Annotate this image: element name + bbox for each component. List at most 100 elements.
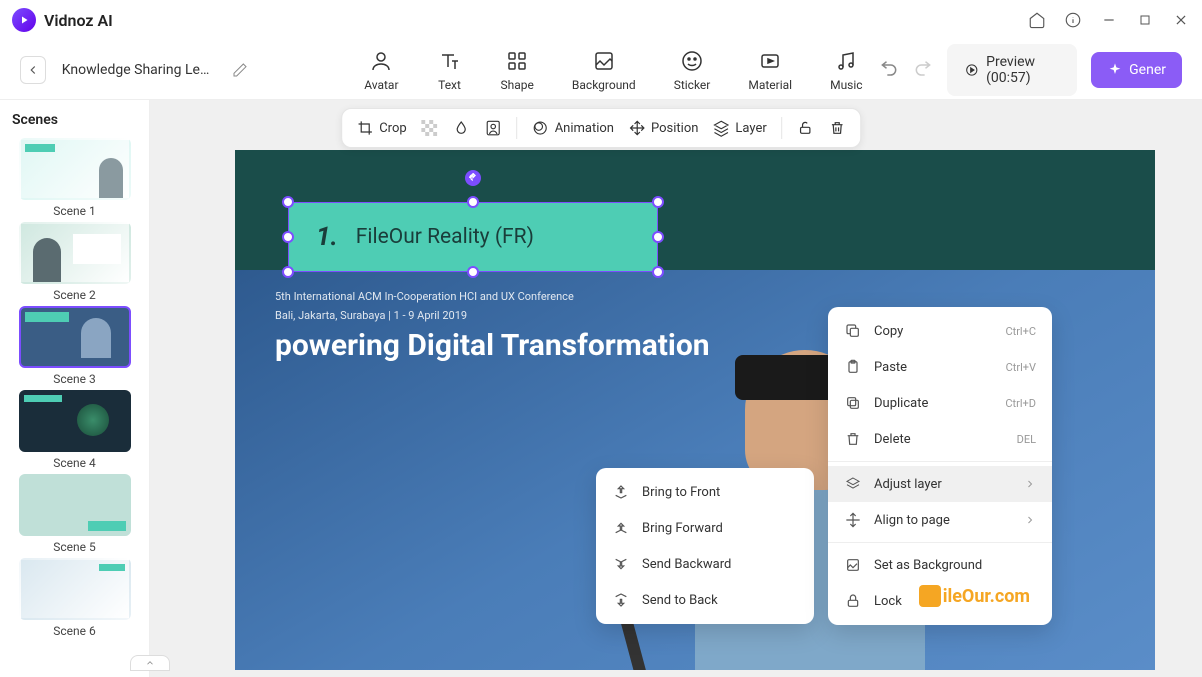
lock-icon: [844, 592, 862, 610]
layer-submenu: Bring to Front Bring Forward Send Backwa…: [596, 468, 814, 624]
droplet-icon[interactable]: [453, 119, 471, 137]
text-tool[interactable]: Text: [437, 48, 463, 92]
resize-handle-ne[interactable]: [652, 196, 664, 208]
float-toolbar: Crop Animation Position Layer: [341, 108, 861, 148]
resize-handle-n[interactable]: [467, 196, 479, 208]
music-label: Music: [830, 78, 862, 92]
crop-icon: [356, 119, 374, 137]
background-label: Background: [572, 78, 636, 92]
rotate-handle[interactable]: [465, 170, 481, 186]
box-number: 1.: [316, 222, 338, 252]
scene-item-4[interactable]: Scene 4: [12, 390, 137, 470]
delete-icon: [844, 430, 862, 448]
home-icon[interactable]: [1028, 11, 1046, 29]
context-menu: Copy Ctrl+C Paste Ctrl+V Duplicate Ctrl+…: [828, 307, 1052, 625]
bring-to-front[interactable]: Bring to Front: [596, 474, 814, 510]
send-backward[interactable]: Send Backward: [596, 546, 814, 582]
ctx-copy[interactable]: Copy Ctrl+C: [828, 313, 1052, 349]
chevron-right-icon: [1024, 514, 1036, 526]
scenes-sidebar: Scenes Scene 1 Scene 2 Scene 3 Scene 4 S…: [0, 100, 150, 677]
bring-forward[interactable]: Bring Forward: [596, 510, 814, 546]
preview-button[interactable]: Preview (00:57): [947, 44, 1078, 96]
maximize-icon[interactable]: [1136, 11, 1154, 29]
title-box[interactable]: 1. FileOur Reality (FR): [288, 202, 658, 272]
ctx-align-page[interactable]: Align to page: [828, 502, 1052, 538]
trash-icon[interactable]: [828, 119, 846, 137]
resize-handle-se[interactable]: [652, 266, 664, 278]
window-controls: [1028, 11, 1190, 29]
undo-button[interactable]: [879, 60, 899, 80]
resize-handle-nw[interactable]: [282, 196, 294, 208]
app-name: Vidnoz AI: [44, 11, 113, 30]
resize-handle-sw[interactable]: [282, 266, 294, 278]
ctx-set-background[interactable]: Set as Background: [828, 547, 1052, 583]
close-icon[interactable]: [1172, 11, 1190, 29]
scene-item-6[interactable]: Scene 6: [12, 558, 137, 638]
sticker-tool[interactable]: Sticker: [674, 48, 711, 92]
avatar-tool[interactable]: Avatar: [364, 48, 398, 92]
ctx-duplicate[interactable]: Duplicate Ctrl+D: [828, 385, 1052, 421]
sidebar-collapse-handle[interactable]: [130, 655, 170, 671]
scene-thumb: [19, 558, 131, 620]
background-icon: [844, 556, 862, 574]
logo-icon: [12, 8, 36, 32]
play-icon: [965, 61, 979, 79]
scene-thumb: [19, 474, 131, 536]
avatar-label: Avatar: [364, 78, 398, 92]
music-icon: [833, 48, 859, 74]
send-to-back[interactable]: Send to Back: [596, 582, 814, 618]
material-tool[interactable]: Material: [748, 48, 792, 92]
ctx-adjust-layer[interactable]: Adjust layer: [828, 466, 1052, 502]
background-tool[interactable]: Background: [572, 48, 636, 92]
back-button[interactable]: [20, 56, 46, 84]
document-title: Knowledge Sharing Lectu...: [62, 62, 216, 78]
minimize-icon[interactable]: [1100, 11, 1118, 29]
scene-item-3[interactable]: Scene 3: [12, 306, 137, 386]
sparkle-icon: [1107, 62, 1123, 78]
scene-list: Scene 1 Scene 2 Scene 3 Scene 4 Scene 5 …: [12, 138, 137, 638]
scene-thumb: [19, 222, 131, 284]
preview-label: Preview (00:57): [986, 54, 1059, 86]
edit-title-icon[interactable]: [232, 62, 248, 78]
background-icon: [591, 48, 617, 74]
layer-button[interactable]: Layer: [712, 119, 766, 137]
undo-redo-group: [879, 60, 933, 80]
watermark: ileOur.com: [919, 585, 1030, 607]
info-icon[interactable]: [1064, 11, 1082, 29]
scene-thumb: [19, 306, 131, 368]
position-button[interactable]: Position: [628, 119, 698, 137]
music-tool[interactable]: Music: [830, 48, 862, 92]
logo-area: Vidnoz AI: [12, 8, 113, 32]
crop-button[interactable]: Crop: [356, 119, 406, 137]
resize-handle-s[interactable]: [467, 266, 479, 278]
paste-icon: [844, 358, 862, 376]
resize-handle-w[interactable]: [282, 231, 294, 243]
watermark-icon: [919, 585, 941, 607]
avatar-icon: [368, 48, 394, 74]
generate-label: Gener: [1129, 62, 1166, 78]
resize-handle-e[interactable]: [652, 231, 664, 243]
tool-buttons: Avatar Text Shape Background Sticker Mat…: [364, 48, 862, 92]
portrait-icon[interactable]: [485, 119, 503, 137]
sidebar-title: Scenes: [12, 112, 137, 128]
unlock-icon[interactable]: [796, 119, 814, 137]
scene-thumb: [19, 390, 131, 452]
text-icon: [437, 48, 463, 74]
transparency-icon[interactable]: [421, 119, 439, 137]
scene-item-5[interactable]: Scene 5: [12, 474, 137, 554]
shape-tool[interactable]: Shape: [501, 48, 534, 92]
scene-item-2[interactable]: Scene 2: [12, 222, 137, 302]
ctx-paste[interactable]: Paste Ctrl+V: [828, 349, 1052, 385]
layer-icon: [712, 119, 730, 137]
titlebar: Vidnoz AI: [0, 0, 1202, 40]
redo-button[interactable]: [913, 60, 933, 80]
copy-icon: [844, 322, 862, 340]
animation-button[interactable]: Animation: [532, 119, 614, 137]
scene-item-1[interactable]: Scene 1: [12, 138, 137, 218]
scene-thumb: [19, 138, 131, 200]
material-label: Material: [748, 78, 792, 92]
bg-banner-text: 5th International ACM In-Cooperation HCI…: [275, 290, 710, 363]
generate-button[interactable]: Gener: [1091, 52, 1182, 88]
ctx-delete[interactable]: Delete DEL: [828, 421, 1052, 457]
bring-forward-icon: [612, 519, 630, 537]
